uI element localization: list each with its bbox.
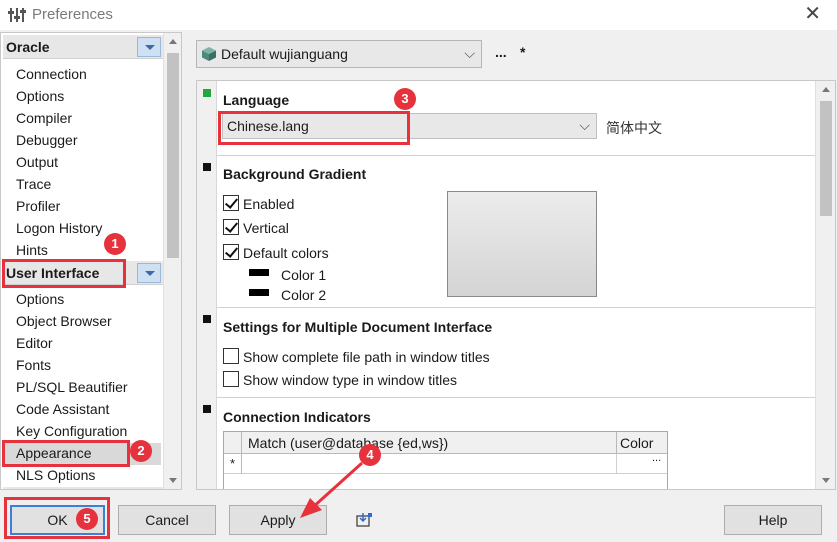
nav-item-editor[interactable]: Editor: [16, 335, 53, 351]
nav-item-options[interactable]: Options: [16, 88, 64, 104]
color-picker-button[interactable]: ...: [652, 452, 661, 464]
color2-label: Color 2: [281, 287, 327, 303]
nav-section-user-interface[interactable]: User Interface: [3, 261, 163, 285]
chevron-down-icon[interactable]: [137, 37, 161, 57]
grid-column-divider: [616, 454, 617, 474]
import-settings-icon[interactable]: [355, 512, 373, 528]
gradient-vertical-checkbox[interactable]: [223, 219, 239, 235]
language-select[interactable]: Chinese.lang ⌵: [222, 113, 597, 139]
nav-section-oracle[interactable]: Oracle: [3, 35, 163, 59]
group-marker-connection: [203, 405, 211, 413]
nav-item-ui-options[interactable]: Options: [16, 291, 64, 307]
window-type-label: Show window type in window titles: [243, 372, 457, 388]
preferences-app-icon: [8, 8, 26, 22]
scroll-up-icon[interactable]: [169, 39, 177, 44]
profile-select[interactable]: Default wujianguang ⌵: [196, 40, 482, 68]
grid-row-header: [224, 432, 242, 454]
nav-item-connection[interactable]: Connection: [16, 66, 87, 82]
gradient-vertical-label: Vertical: [243, 220, 289, 236]
chevron-down-icon: ⌵: [579, 117, 590, 133]
title-bar: Preferences ✕: [0, 0, 837, 30]
color2-swatch[interactable]: [249, 289, 269, 296]
annotation-badge-4: 4: [359, 444, 381, 466]
nav-item-trace[interactable]: Trace: [16, 176, 51, 192]
group-divider: [217, 307, 815, 308]
grid-column-divider: [616, 432, 617, 454]
nav-item-debugger[interactable]: Debugger: [16, 132, 78, 148]
nav-item-compiler[interactable]: Compiler: [16, 110, 72, 126]
apply-button[interactable]: Apply: [229, 505, 327, 535]
nav-item-code-assistant[interactable]: Code Assistant: [16, 401, 109, 417]
group-marker-mdi: [203, 315, 211, 323]
nav-scrollbar[interactable]: [163, 33, 181, 489]
grid-column-match[interactable]: Match (user@database {ed,ws}): [248, 435, 448, 451]
profile-cube-icon: [202, 47, 216, 61]
scroll-down-icon[interactable]: [822, 478, 830, 483]
modified-indicator: *: [520, 44, 526, 60]
group-divider: [217, 397, 815, 398]
nav-item-logon-history[interactable]: Logon History: [16, 220, 102, 236]
gradient-default-colors-checkbox[interactable]: [223, 244, 239, 260]
nav-item-object-browser[interactable]: Object Browser: [16, 313, 112, 329]
gradient-preview: [447, 191, 597, 297]
color1-swatch[interactable]: [249, 269, 269, 276]
group-marker-gradient: [203, 163, 211, 171]
nav-item-output[interactable]: Output: [16, 154, 58, 170]
nav-section-next: [3, 487, 163, 489]
new-row-marker: *: [224, 454, 242, 474]
nav-item-hints[interactable]: Hints: [16, 242, 48, 258]
grid-header: Match (user@database {ed,ws}) Color: [224, 432, 667, 454]
connection-indicators-title: Connection Indicators: [223, 409, 371, 425]
group-gutter: [197, 81, 217, 489]
close-icon[interactable]: ✕: [804, 3, 821, 25]
nav-section-label: Oracle: [6, 39, 50, 55]
nav-item-plsql-beautifier[interactable]: PL/SQL Beautifier: [16, 379, 128, 395]
scroll-down-icon[interactable]: [169, 478, 177, 483]
color1-label: Color 1: [281, 267, 327, 283]
annotation-badge-3: 3: [394, 88, 416, 110]
nav-item-key-configuration[interactable]: Key Configuration: [16, 423, 127, 439]
profile-more-button[interactable]: ...: [495, 44, 507, 60]
window-type-checkbox[interactable]: [223, 371, 239, 387]
language-native-name: 简体中文: [606, 120, 662, 136]
window-title: Preferences: [32, 6, 113, 23]
gradient-default-colors-label: Default colors: [243, 245, 329, 261]
connection-indicators-grid[interactable]: Match (user@database {ed,ws}) Color * ..…: [223, 431, 668, 489]
cancel-button[interactable]: Cancel: [118, 505, 216, 535]
nav-item-fonts[interactable]: Fonts: [16, 357, 51, 373]
nav-item-appearance[interactable]: Appearance: [16, 445, 92, 461]
table-row[interactable]: * ...: [224, 452, 667, 474]
nav-section-label: User Interface: [6, 265, 100, 281]
nav-item-nls-options[interactable]: NLS Options: [16, 467, 95, 483]
settings-scrollbar[interactable]: [815, 81, 835, 489]
help-button[interactable]: Help: [724, 505, 822, 535]
full-path-label: Show complete file path in window titles: [243, 349, 490, 365]
annotation-badge-1: 1: [104, 233, 126, 255]
full-path-checkbox[interactable]: [223, 348, 239, 364]
annotation-badge-2: 2: [130, 440, 152, 462]
preferences-nav-tree: Oracle Connection Options Compiler Debug…: [0, 32, 182, 490]
gradient-enabled-label: Enabled: [243, 196, 295, 212]
scroll-thumb[interactable]: [820, 101, 832, 216]
language-value: Chinese.lang: [227, 118, 309, 134]
annotation-badge-5: 5: [76, 508, 98, 530]
appearance-settings-panel: Language Chinese.lang ⌵ 简体中文 Background …: [196, 80, 836, 490]
scroll-up-icon[interactable]: [822, 87, 830, 92]
scroll-thumb[interactable]: [167, 53, 179, 258]
group-divider: [217, 155, 815, 156]
chevron-down-icon: ⌵: [464, 45, 475, 61]
gradient-group-title: Background Gradient: [223, 166, 367, 182]
language-group-title: Language: [223, 92, 290, 108]
group-marker-language: [203, 89, 211, 97]
gradient-enabled-checkbox[interactable]: [223, 195, 239, 211]
mdi-group-title: Settings for Multiple Document Interface: [223, 319, 493, 335]
grid-column-color[interactable]: Color: [620, 435, 653, 451]
profile-value: Default wujianguang: [221, 46, 348, 62]
nav-item-profiler[interactable]: Profiler: [16, 198, 60, 214]
chevron-down-icon[interactable]: [137, 263, 161, 283]
